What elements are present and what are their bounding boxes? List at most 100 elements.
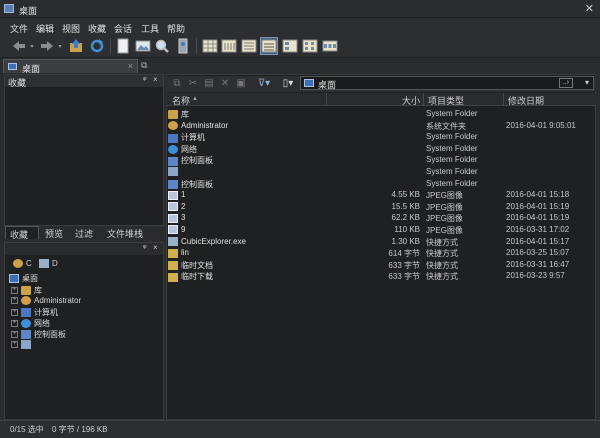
new-item-button[interactable]: ▯▾ [278,76,298,90]
expand-icon[interactable]: + [11,287,18,295]
table-row[interactable]: 网络 System Folder [166,143,596,155]
desktop-icon [304,79,314,87]
tree-item-computer[interactable]: + 计算机 [11,307,58,318]
up-folder-button[interactable] [67,37,85,55]
paste-button[interactable]: ▤ [202,76,216,90]
address-bar[interactable]: 桌面 ..› ▾ [300,76,594,90]
expand-icon[interactable]: + [11,320,18,328]
view-thumbnails-button[interactable] [301,37,319,55]
table-row[interactable]: CubicExplorer.exe 1.30 KB 快捷方式 2016-04-01 1… [166,236,596,248]
file-name: 1 [168,190,185,200]
tab-favorites[interactable]: 收藏 [5,226,39,240]
new-document-button[interactable] [114,37,132,55]
column-name[interactable]: 名称 [172,94,190,107]
tab-desktop[interactable]: 桌面 × [3,59,138,74]
tab-preview[interactable]: 预览 [45,226,63,239]
forward-dropdown[interactable]: ▾ [56,37,64,55]
panel-close-button[interactable]: × [153,75,158,84]
tree-item-desktop[interactable]: 桌面 [9,273,38,284]
title-bar: 桌面 ✕ [0,0,600,18]
column-type[interactable]: 项目类型 [428,94,464,107]
file-type: System Folder [426,132,478,142]
address-dropdown[interactable]: ▾ [585,78,589,87]
file-type: System Folder [426,167,478,176]
tree-item-administrator[interactable]: + Administrator [11,296,81,307]
forward-button[interactable] [38,37,56,55]
shortcut-icon [168,261,178,271]
view-small-icons-button[interactable] [220,37,238,55]
copy-button[interactable]: ⧉ [170,76,184,90]
view-filmstrip-button[interactable] [321,37,339,55]
search-button[interactable] [153,37,171,55]
table-row[interactable]: 计算机 System Folder [166,131,596,143]
expand-icon[interactable]: + [11,309,18,317]
expand-icon[interactable]: + [11,341,18,349]
delete-icon: ✕ [220,77,230,89]
close-window-button[interactable]: ✕ [585,2,594,15]
properties-button[interactable] [174,37,192,55]
folder-tree-panel: ᵠ × C D 桌面 + 库 + Administrator + 计算机 + 网络 + 控… [4,242,164,420]
file-name: 控制面板 [168,155,213,166]
table-row[interactable]: 临时文档 633 字节 快捷方式 2016-03-31 16:47 [166,259,596,271]
delete-button[interactable]: ✕ [218,76,232,90]
table-row[interactable]: 3 62.2 KB JPEG图像 2016-04-01 15:19 [166,212,596,224]
tree-item-recycle-bin[interactable]: + [11,340,34,351]
main-toolbar: ▾ ▾ [0,34,600,58]
table-row[interactable]: 2 15.5 KB JPEG图像 2016-04-01 15:19 [166,201,596,213]
side-panel-tabs: 收藏 预览 过滤 文件堆栈 [5,226,163,240]
favorites-panel: 收藏 ᵠ × [4,74,164,226]
favorites-panel-header: 收藏 ᵠ × [5,75,163,88]
table-row[interactable]: 库 System Folder [166,108,596,120]
table-row[interactable]: lin 614 字节 快捷方式 2016-03-25 15:07 [166,247,596,259]
tab-close-button[interactable]: × [128,61,133,71]
column-date[interactable]: 修改日期 [508,94,544,107]
back-dropdown[interactable]: ▾ [28,37,36,55]
filter-icon: ⊽▾ [257,77,271,89]
selection-count: 0/15 选中 [10,425,44,434]
table-row[interactable]: 临时下载 633 字节 快捷方式 2016-03-23 9:57 [166,270,596,282]
back-button[interactable] [10,37,28,55]
table-row[interactable]: 控制面板 System Folder [166,178,596,190]
view-details-button[interactable] [260,37,278,55]
computer-icon [21,308,31,318]
window-title: 桌面 [19,6,38,16]
filter-button[interactable]: ⊽▾ [254,76,274,90]
properties-small-button[interactable]: ▣ [234,76,248,90]
view-tiles-button[interactable] [281,37,299,55]
table-row[interactable]: 控制面板 System Folder [166,154,596,166]
column-size[interactable]: 大小 [402,94,420,107]
expand-icon[interactable]: + [11,331,18,339]
table-row[interactable]: 1 4.55 KB JPEG图像 2016-04-01 15:18 [166,189,596,201]
panel-close-button[interactable]: × [153,243,158,252]
view-large-icons-button[interactable] [201,37,219,55]
cut-icon: ✂ [188,77,198,89]
go-button[interactable]: ..› [559,78,573,88]
file-type: System Folder [426,178,478,188]
view-list-button[interactable] [240,37,258,55]
tab-filter[interactable]: 过滤 [75,226,93,239]
file-name: 网络 [168,144,197,155]
file-type: 快捷方式 [426,260,458,270]
control-panel-icon [168,156,178,166]
refresh-button[interactable] [88,37,106,55]
status-bar: 0/15 选中 0 字节 / 196 KB [0,420,600,438]
file-name: 2 [168,202,185,212]
tab-file-stack[interactable]: 文件堆栈 [107,226,143,239]
table-row[interactable]: 9 110 KB JPEG图像 2016-03-31 17:02 [166,224,596,236]
tree-item-library[interactable]: + 库 [11,285,42,296]
table-row[interactable]: System Folder [166,166,596,178]
pin-button[interactable]: ᵠ [143,75,147,84]
pin-button[interactable]: ᵠ [143,243,147,252]
view-thumbnail-button[interactable] [134,37,152,55]
refresh-icon [90,39,104,53]
cut-button[interactable]: ✂ [186,76,200,90]
file-type: JPEG图像 [426,202,463,212]
drive-c[interactable]: C [13,259,32,270]
table-row[interactable]: Administrator 系统文件夹 2016-04-01 9:05:01 [166,120,596,132]
expand-icon[interactable]: + [11,297,18,305]
tree-item-control-panel[interactable]: + 控制面板 [11,329,66,340]
drive-d[interactable]: D [39,259,58,270]
desktop-icon [8,63,17,70]
new-tab-button[interactable]: ⧉ [141,60,153,72]
tree-item-network[interactable]: + 网络 [11,318,50,329]
